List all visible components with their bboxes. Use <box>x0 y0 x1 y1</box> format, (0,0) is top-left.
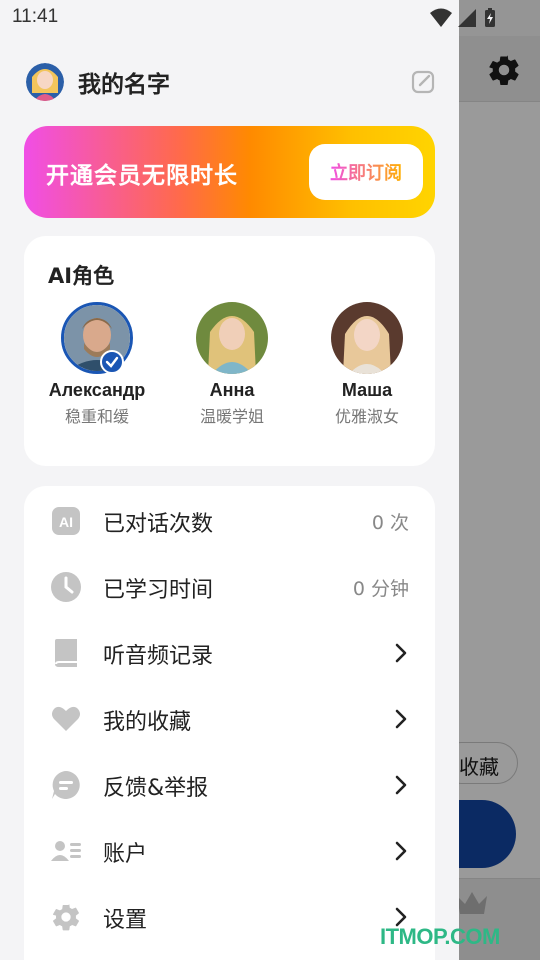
account-icon <box>51 841 81 861</box>
menu-item-favorites[interactable]: 我的收藏 <box>24 686 435 752</box>
character-name: Маша <box>341 380 393 400</box>
status-icons <box>430 8 495 27</box>
menu-card: AI 已对话次数 0 次 已学习时间 0 分钟 听音频记录 我的收藏 反馈&举报… <box>24 486 435 960</box>
menu-item-label: 设置 <box>103 908 148 933</box>
menu-item-audio-history[interactable]: 听音频记录 <box>24 620 435 686</box>
character-photo <box>196 302 268 374</box>
menu-item-label: 账户 <box>103 842 148 867</box>
menu-item-value: 0 次 <box>371 512 409 534</box>
vip-banner[interactable]: 开通会员无限时长 立即订阅 <box>24 126 435 218</box>
user-avatar[interactable] <box>26 63 64 101</box>
profile-header[interactable]: 我的名字 <box>26 62 170 102</box>
chevron-right-icon <box>395 841 407 861</box>
menu-item-label: 反馈&举报 <box>103 776 209 801</box>
ai-section-title: AI角色 <box>48 264 115 288</box>
signal-icon <box>458 9 476 27</box>
gear-icon <box>53 904 79 931</box>
character-description: 稳重和缓 <box>64 407 129 426</box>
status-time: 11:41 <box>12 6 59 27</box>
selected-check-icon <box>100 350 124 374</box>
subscribe-button-label: 立即订阅 <box>330 163 402 183</box>
edit-profile-icon[interactable] <box>410 69 436 95</box>
menu-item-label: 听音频记录 <box>103 644 214 669</box>
chevron-right-icon <box>395 709 407 729</box>
book-icon <box>55 639 77 667</box>
svg-text:AI: AI <box>59 514 73 530</box>
heart-icon <box>52 706 80 731</box>
menu-item-label: 已学习时间 <box>103 578 214 603</box>
character-name: Анна <box>209 380 255 400</box>
vip-banner-text: 开通会员无限时长 <box>46 163 238 189</box>
character-photo <box>331 302 403 374</box>
menu-item-settings[interactable]: 设置 <box>24 884 435 950</box>
character-option-1[interactable]: Александр 稳重和缓 <box>32 302 162 427</box>
menu-item-account[interactable]: 账户 <box>24 818 435 884</box>
feedback-icon <box>52 771 80 799</box>
chevron-right-icon <box>395 775 407 795</box>
character-description: 温暖学姐 <box>199 407 264 426</box>
status-bar: 11:41 <box>0 0 459 36</box>
character-name: Александр <box>48 380 146 400</box>
wifi-icon <box>430 8 452 27</box>
menu-item-chat-count[interactable]: AI 已对话次数 0 次 <box>24 488 435 554</box>
character-option-2[interactable]: Анна 温暖学姐 <box>167 302 297 427</box>
chevron-right-icon <box>395 643 407 663</box>
ai-character-card: AI角色 Александр 稳重和缓 Анна 温暖学姐 Маша 优雅淑女 <box>24 236 435 466</box>
menu-item-feedback[interactable]: 反馈&举报 <box>24 752 435 818</box>
menu-item-value: 0 分钟 <box>352 578 409 600</box>
clock-icon <box>51 572 81 602</box>
character-option-3[interactable]: Маша 优雅淑女 <box>302 302 432 427</box>
ai-icon: AI <box>52 507 80 535</box>
settings-gear-icon[interactable] <box>486 52 522 88</box>
navigation-drawer: 我的名字 开通会员无限时长 立即订阅 AI角色 Александр 稳重和缓 А… <box>0 36 459 960</box>
character-description: 优雅淑女 <box>334 407 399 426</box>
background-favorite-label: 收藏 <box>459 755 499 779</box>
watermark: ITMOP.COM <box>380 924 500 949</box>
menu-item-label: 已对话次数 <box>103 512 214 537</box>
username: 我的名字 <box>78 72 170 98</box>
crown-icon <box>457 892 487 914</box>
subscribe-button[interactable]: 立即订阅 <box>309 144 423 200</box>
menu-item-label: 我的收藏 <box>103 710 192 735</box>
menu-item-study-time[interactable]: 已学习时间 0 分钟 <box>24 554 435 620</box>
